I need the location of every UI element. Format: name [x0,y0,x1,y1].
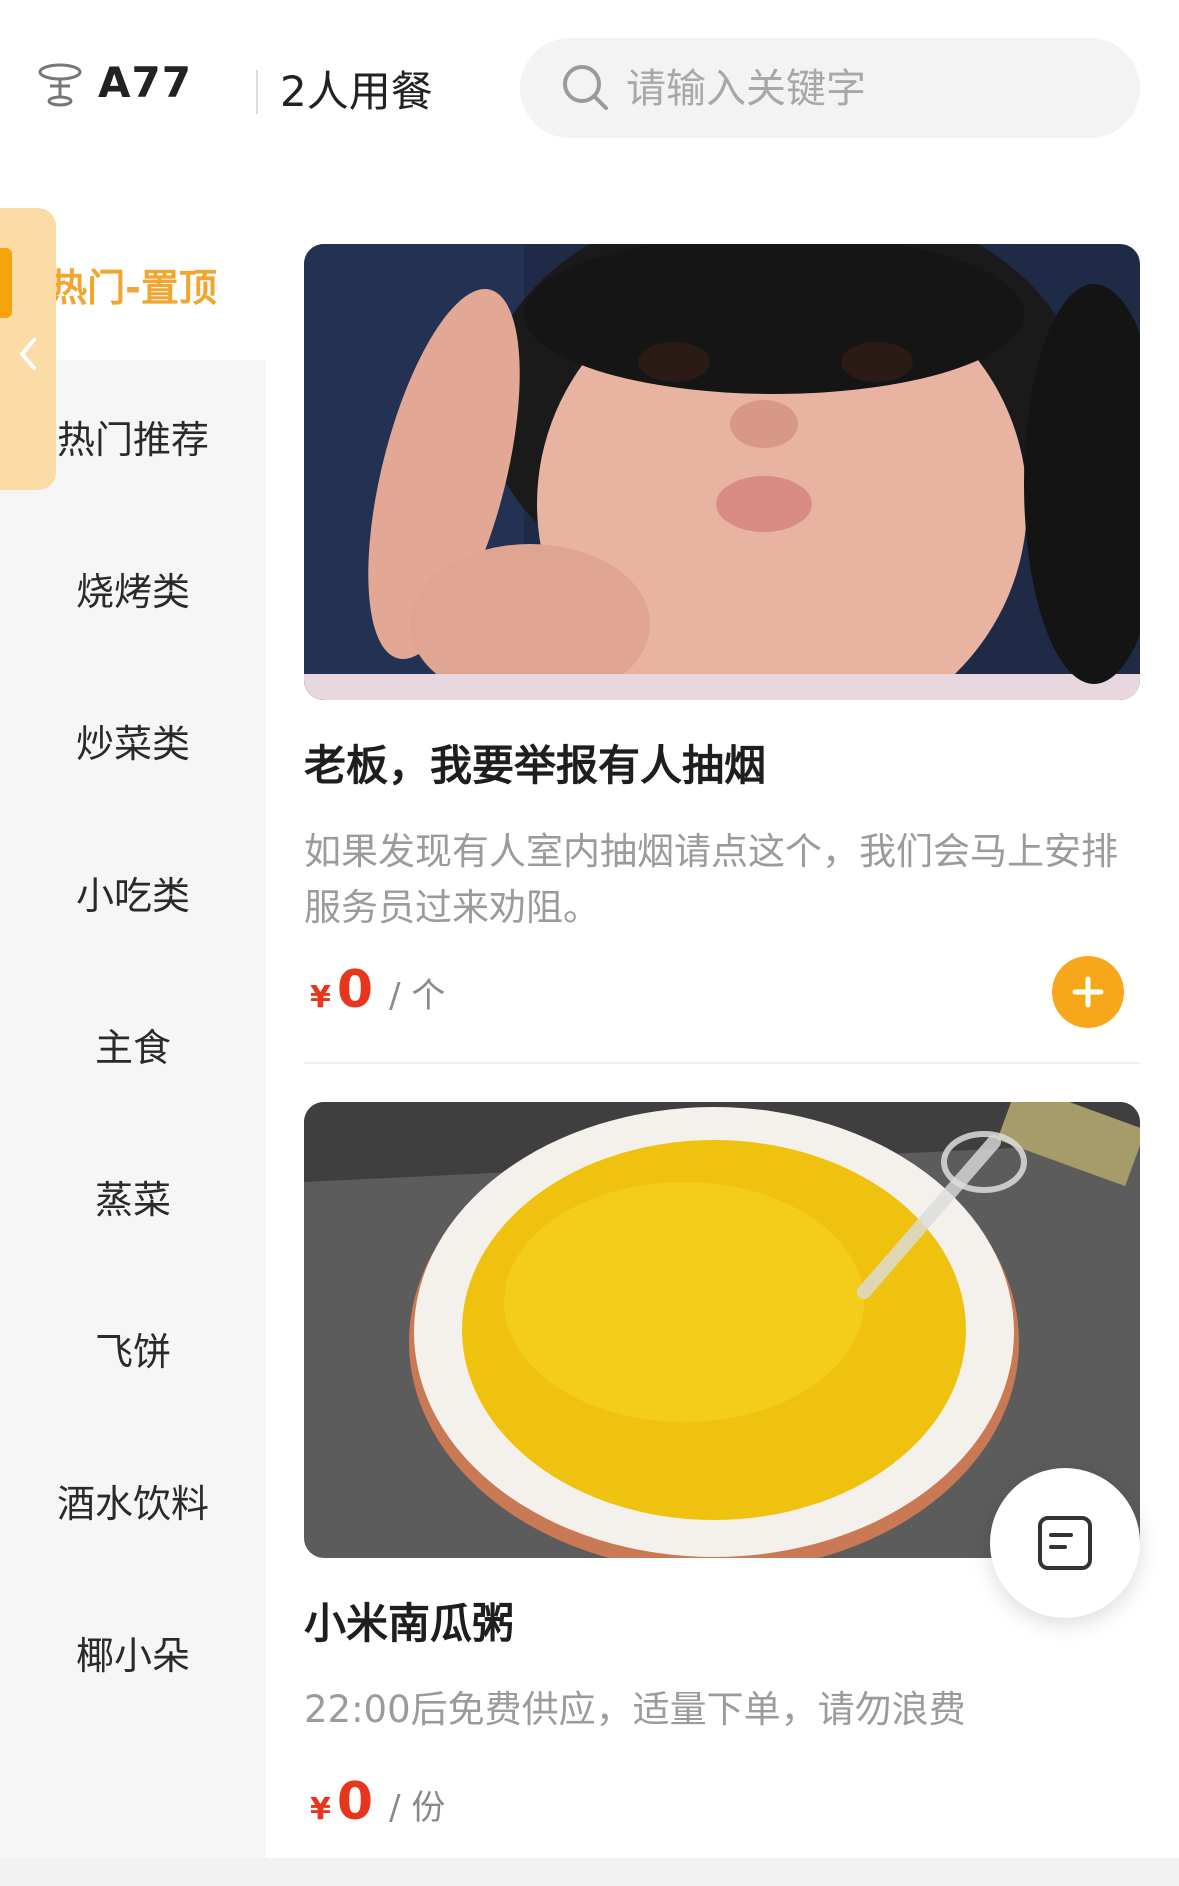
price-value: 0 [336,1772,374,1832]
card-divider [304,1062,1140,1064]
product-description: 如果发现有人室内抽烟请点这个，我们会马上安排服务员过来劝阻。 [304,830,1118,929]
sidebar-item-drinks[interactable]: 酒水饮料 [0,1424,266,1576]
header-divider [256,70,258,114]
product-card[interactable]: 老板，我要举报有人抽烟 如果发现有人室内抽烟请点这个，我们会马上安排服务员过来劝… [304,244,1140,1064]
sidebar-item-steamed[interactable]: 蒸菜 [0,1120,266,1272]
price-unit: / 个 [389,976,446,1016]
search-icon [563,65,608,110]
diner-count[interactable]: 2人用餐 [280,58,433,119]
chevron-left-icon [20,338,36,370]
search-bar[interactable] [520,38,1140,138]
order-list-icon [1038,1516,1092,1570]
plus-icon [1072,976,1104,1008]
bottom-bar [0,1858,1179,1886]
sidebar-item-stir-fry[interactable]: 炒菜类 [0,664,266,816]
order-list-button[interactable] [990,1468,1140,1618]
search-input[interactable] [624,58,1108,120]
price-unit: / 份 [389,1788,446,1828]
sidebar-item-flying-pancake[interactable]: 飞饼 [0,1272,266,1424]
table-icon [38,63,82,107]
sidebar-collapse-tab[interactable] [0,208,56,490]
price-row: ¥ 0 / 份 [310,1772,445,1832]
sidebar-item-staples[interactable]: 主食 [0,968,266,1120]
product-image-child-waving[interactable] [304,244,1140,700]
product-list: 老板，我要举报有人抽烟 如果发现有人室内抽烟请点这个，我们会马上安排服务员过来劝… [304,244,1140,1882]
table-number: A77 [98,58,192,107]
sidebar-item-snacks[interactable]: 小吃类 [0,816,266,968]
header-bar: A77 2人用餐 [0,0,1179,180]
currency-symbol: ¥ [310,980,331,1015]
price-value: 0 [336,960,374,1020]
product-description: 22:00后免费供应，适量下单，请勿浪费 [304,1688,966,1731]
collapse-handle [0,248,12,318]
child-waving-photo [304,244,1140,700]
product-name: 老板，我要举报有人抽烟 [304,741,767,790]
currency-symbol: ¥ [310,1792,331,1827]
add-to-cart-button[interactable] [1052,956,1124,1028]
sidebar-item-bbq[interactable]: 烧烤类 [0,512,266,664]
sidebar-item-coconut[interactable]: 椰小朵 [0,1576,266,1728]
product-name: 小米南瓜粥 [304,1599,515,1648]
price-row: ¥ 0 / 个 [310,960,445,1020]
